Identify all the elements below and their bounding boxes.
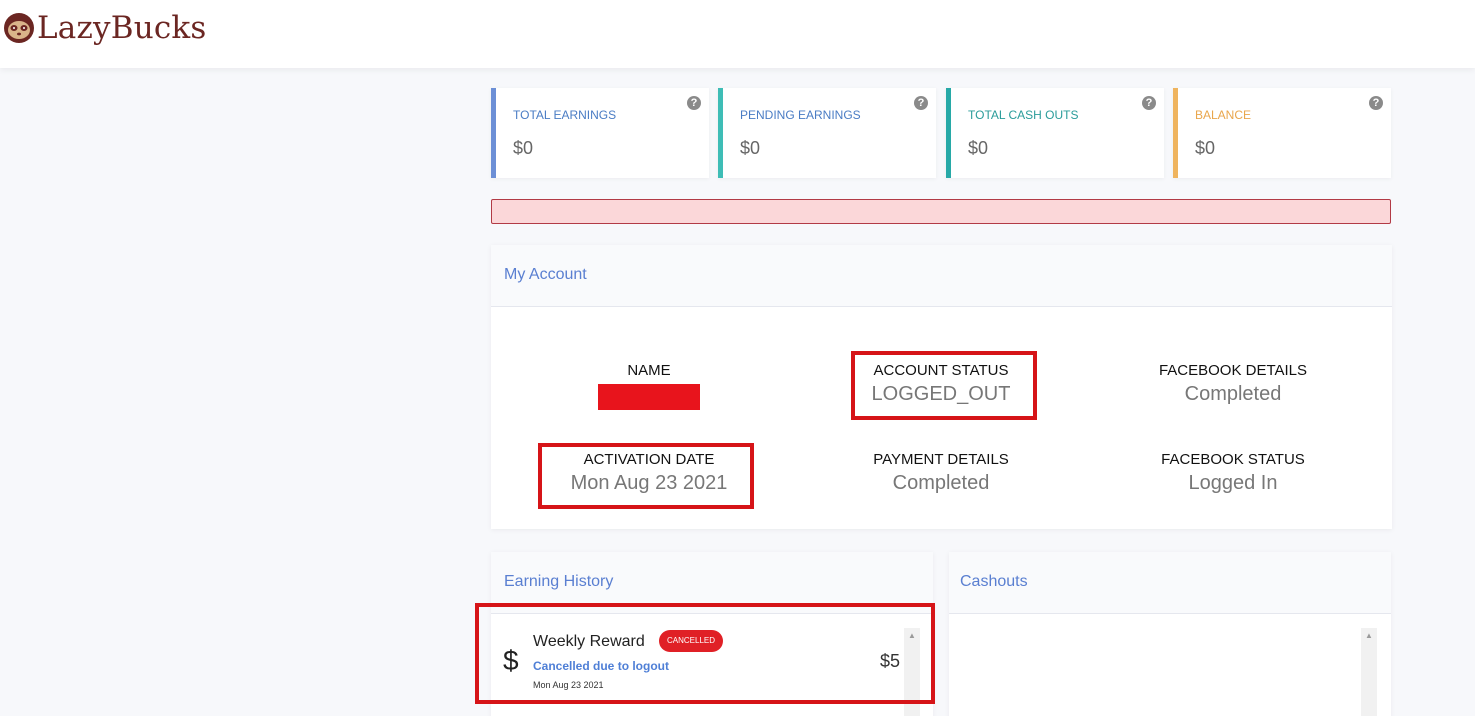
highlight-box-activation-date (538, 443, 754, 509)
stat-value: $0 (1195, 138, 1216, 158)
stat-card-balance: BALANCE $0 ? (1173, 88, 1391, 178)
brand-name: LazyBucks (37, 10, 207, 46)
field-label: PAYMENT DETAILS (873, 451, 1009, 468)
highlight-box-account-status (851, 351, 1037, 420)
stat-label: TOTAL CASH OUTS (968, 108, 1079, 122)
facebook-status-field: FACEBOOK STATUS Logged In (1108, 451, 1358, 495)
payment-details-field: PAYMENT DETAILS Completed (816, 451, 1066, 495)
facebook-details-field: FACEBOOK DETAILS Completed (1108, 362, 1358, 406)
top-navbar: LazyBucks (0, 0, 1475, 68)
question-circle-icon[interactable]: ? (1369, 96, 1383, 110)
panel-title: My Account (491, 245, 1392, 307)
stat-value: $0 (513, 138, 534, 158)
field-label: FACEBOOK DETAILS (1158, 362, 1308, 379)
stat-label: BALANCE (1195, 108, 1252, 122)
stat-card-pending-earnings: PENDING EARNINGS $0 ? (718, 88, 936, 178)
highlight-box-earning-entry (475, 603, 935, 704)
field-value: Completed (892, 472, 990, 494)
stat-value: $0 (968, 138, 989, 158)
stat-card-total-earnings: TOTAL EARNINGS $0 ? (491, 88, 709, 178)
stat-card-total-cash-outs: TOTAL CASH OUTS $0 ? (946, 88, 1164, 178)
scrollbar[interactable]: ▲ (1361, 628, 1377, 716)
scroll-up-arrow-icon[interactable]: ▲ (1361, 628, 1377, 644)
sloth-logo-icon (4, 13, 34, 43)
stat-value: $0 (740, 138, 761, 158)
field-label: NAME (627, 362, 671, 379)
field-value: Logged In (1188, 472, 1278, 494)
name-field: NAME (524, 362, 774, 410)
field-label: FACEBOOK STATUS (1161, 451, 1305, 468)
cashouts-panel: Cashouts ▲ (949, 552, 1391, 716)
alert-banner (491, 199, 1391, 224)
brand-logo[interactable]: LazyBucks (2, 10, 207, 46)
question-circle-icon[interactable]: ? (914, 96, 928, 110)
field-value: Completed (1184, 383, 1282, 405)
redacted-name (598, 384, 700, 410)
stat-label: TOTAL EARNINGS (513, 108, 617, 122)
stat-label: PENDING EARNINGS (740, 108, 861, 122)
question-circle-icon[interactable]: ? (1142, 96, 1156, 110)
question-circle-icon[interactable]: ? (687, 96, 701, 110)
panel-title: Cashouts (949, 552, 1391, 614)
